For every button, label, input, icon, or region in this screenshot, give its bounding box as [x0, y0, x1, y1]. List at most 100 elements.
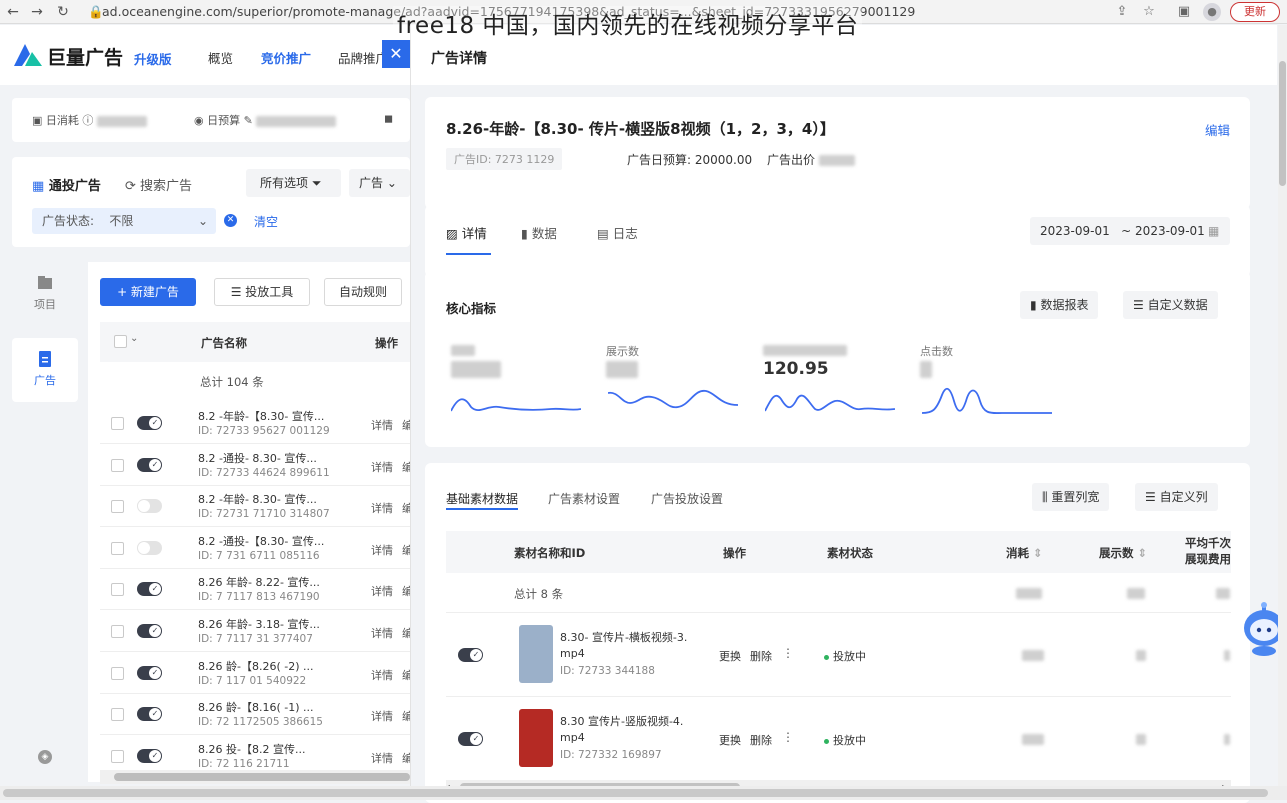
tab-details[interactable]: ▨ 详情	[446, 223, 487, 242]
data-report-button[interactable]: ▮ 数据报表	[1020, 291, 1099, 319]
status-filter[interactable]: 广告状态: 不限 ⌄	[32, 208, 216, 234]
material-status-toggle[interactable]	[458, 732, 483, 746]
close-drawer-button[interactable]: ✕	[382, 40, 410, 68]
detail-link[interactable]: 详情	[371, 625, 393, 641]
material-name[interactable]: 8.30 宣传片-竖版视频-4.	[560, 713, 683, 729]
date-range-picker[interactable]: 2023-09-01 ~ 2023-09-01 ▦	[1030, 217, 1230, 245]
table-row[interactable]: 8.2 -通投- 8.30- 宣传...ID: 72733 44624 8996…	[100, 444, 413, 486]
ad-name[interactable]: 8.26 龄-【8.26( -2) ...	[198, 658, 313, 674]
list-horizontal-scrollbar[interactable]	[100, 770, 410, 784]
status-toggle[interactable]	[137, 416, 162, 430]
col-material-impressions[interactable]: 展示数 ⇕	[1099, 545, 1147, 561]
table-row[interactable]: 8.2 -年龄- 8.30- 宣传... ID: 72731 71710 3148…	[100, 486, 413, 528]
row-checkbox[interactable]	[111, 749, 124, 763]
ad-name[interactable]: 8.26 投-【8.2 宣传...	[198, 741, 305, 757]
forward-icon[interactable]: →	[28, 3, 46, 21]
tab-basic-material[interactable]: 基础素材数据	[446, 490, 518, 507]
col-material-cost[interactable]: 消耗 ⇕	[1006, 545, 1043, 561]
material-row[interactable]: 8.30 宣传片-竖版视频-4. mp4 ID: 727332 169897 更换删除…	[446, 697, 1231, 781]
ad-name[interactable]: 8.2 -通投- 8.30- 宣传...	[198, 450, 317, 466]
clear-filter-icon[interactable]: ✕	[224, 214, 237, 227]
chevron-down-icon[interactable]: ⌄	[130, 333, 138, 344]
sidepanel-icon[interactable]: ▣	[1175, 3, 1193, 21]
edit-link[interactable]: 编辑	[1205, 120, 1230, 139]
table-row[interactable]: 8.26 年龄- 8.22- 宣传...ID: 7 7117 813 46719…	[100, 569, 413, 611]
sidebar-item-ads[interactable]: 广告	[12, 338, 78, 402]
all-options-dropdown[interactable]: 所有选项 ⏷	[246, 169, 341, 197]
nav-brand[interactable]: 品牌推广	[338, 48, 388, 67]
tab-delivery-settings[interactable]: 广告投放设置	[651, 490, 723, 507]
row-checkbox[interactable]	[111, 625, 124, 638]
new-ad-button[interactable]: + 新建广告	[100, 278, 196, 306]
row-checkbox[interactable]	[111, 666, 124, 680]
detail-link[interactable]: 详情	[371, 708, 393, 724]
tab-all-ads[interactable]: ▦ 通投广告	[32, 175, 101, 194]
ad-tools-button[interactable]: ☰ 投放工具	[214, 278, 310, 306]
bookmark-star-icon[interactable]: ☆	[1140, 3, 1158, 21]
detail-link[interactable]: 详情	[371, 459, 393, 475]
row-checkbox[interactable]	[111, 500, 124, 514]
row-checkbox[interactable]	[111, 417, 124, 430]
profile-avatar[interactable]: ●	[1203, 3, 1221, 21]
delete-link[interactable]: 删除	[750, 732, 772, 748]
video-thumbnail[interactable]	[519, 709, 553, 767]
ad-name[interactable]: 8.26 年龄- 8.22- 宣传...	[198, 574, 320, 590]
status-toggle[interactable]	[137, 540, 162, 555]
sidebar-item-project[interactable]: 项目	[12, 262, 78, 326]
update-button[interactable]: 更新	[1230, 2, 1280, 22]
material-row[interactable]: 8.30- 宣传片-横板视频-3. mp4 ID: 72733 344188 更换删除…	[446, 613, 1231, 697]
status-toggle[interactable]	[137, 748, 162, 763]
reset-column-width-button[interactable]: ⫼ 重置列宽	[1032, 483, 1110, 511]
table-row[interactable]: 8.26 年龄- 3.18- 宣传...ID: 7 7117 31 377407…	[100, 611, 413, 652]
page-horizontal-scrollbar[interactable]	[0, 786, 1287, 800]
col-ad-name[interactable]: 广告名称	[201, 335, 247, 351]
table-row[interactable]: 8.26 龄-【8.16( -1) ...ID: 72 1172505 3866…	[100, 694, 413, 736]
detail-link[interactable]: 详情	[371, 500, 393, 516]
tab-log[interactable]: ▤ 日志	[597, 223, 638, 242]
delete-link[interactable]: 删除	[750, 648, 772, 664]
ad-name[interactable]: 8.2 -通投-【8.30- 宣传...	[198, 533, 324, 549]
material-status-toggle[interactable]	[458, 648, 483, 662]
table-row[interactable]: 8.26 龄-【8.26( -2) ...ID: 7 117 01 540922…	[100, 652, 413, 694]
edition-badge[interactable]: 升级版	[134, 49, 172, 68]
table-row[interactable]: 8.2 -通投-【8.30- 宣传... ID: 7 731 6711 08511…	[100, 527, 413, 569]
scroll-thumb[interactable]	[114, 773, 410, 781]
ad-name[interactable]: 8.26 龄-【8.16( -1) ...	[198, 699, 313, 715]
nav-overview[interactable]: 概览	[208, 48, 233, 67]
detail-link[interactable]: 详情	[371, 542, 393, 558]
row-checkbox[interactable]	[111, 583, 124, 597]
page-vertical-scrollbar[interactable]	[1278, 25, 1287, 800]
status-toggle[interactable]	[137, 457, 162, 472]
tab-data[interactable]: ▮ 数据	[521, 223, 557, 242]
status-toggle[interactable]	[137, 582, 162, 597]
ad-name[interactable]: 8.2 -年龄-【8.30- 宣传...	[198, 408, 324, 424]
custom-data-button[interactable]: ☰ 自定义数据	[1123, 291, 1218, 319]
status-toggle[interactable]	[137, 624, 162, 638]
tab-material-settings[interactable]: 广告素材设置	[548, 490, 620, 507]
ad-name[interactable]: 8.26 年龄- 3.18- 宣传...	[198, 616, 320, 632]
status-toggle[interactable]	[137, 707, 162, 722]
status-toggle[interactable]	[137, 665, 162, 680]
scroll-thumb[interactable]	[3, 789, 1268, 797]
share-icon[interactable]: ⇪	[1113, 3, 1131, 21]
row-checkbox[interactable]	[111, 708, 124, 722]
detail-link[interactable]: 详情	[371, 583, 393, 599]
col-material-name[interactable]: 素材名称和ID	[514, 545, 585, 561]
custom-columns-button[interactable]: ☰ 自定义列	[1135, 483, 1218, 511]
replace-link[interactable]: 更换	[719, 648, 741, 664]
row-checkbox[interactable]	[111, 541, 124, 555]
more-vertical-icon[interactable]: ⋮	[782, 646, 794, 660]
ad-name[interactable]: 8.2 -年龄- 8.30- 宣传...	[198, 491, 317, 507]
scroll-thumb[interactable]	[1279, 61, 1286, 186]
video-thumbnail[interactable]	[519, 625, 553, 683]
material-name[interactable]: 8.30- 宣传片-横板视频-3.	[560, 629, 687, 645]
nav-bidding[interactable]: 竞价推广	[261, 48, 311, 67]
compass-icon[interactable]: ◈	[38, 750, 52, 764]
row-checkbox[interactable]	[111, 458, 124, 472]
detail-link[interactable]: 详情	[371, 750, 393, 766]
tab-search-ads[interactable]: ⟳ 搜索广告	[125, 175, 192, 194]
auto-rules-button[interactable]: 自动规则	[324, 278, 402, 306]
select-all-checkbox[interactable]	[114, 335, 127, 348]
ad-dropdown[interactable]: 广告 ⌄	[349, 169, 410, 197]
replace-link[interactable]: 更换	[719, 732, 741, 748]
